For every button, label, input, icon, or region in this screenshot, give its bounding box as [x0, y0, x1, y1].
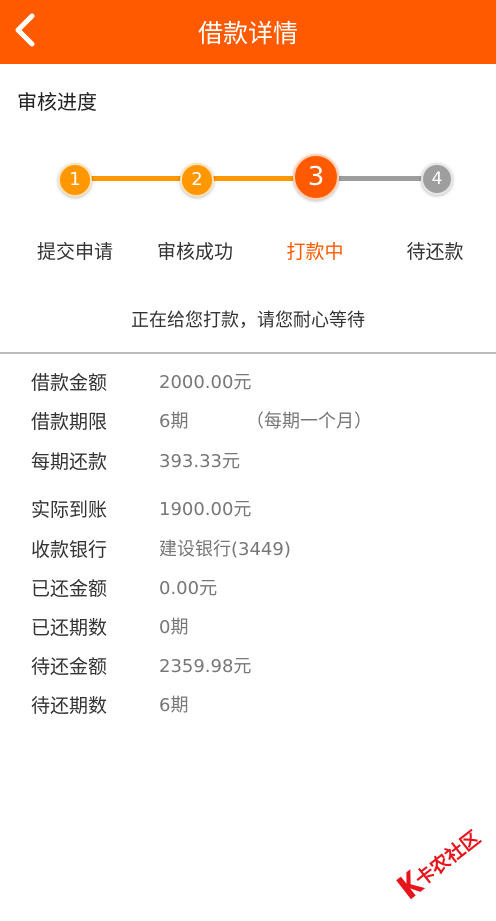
step-label-4: 待还款: [406, 241, 464, 263]
step-label-2: 审核成功: [156, 241, 233, 263]
detail-label: 已还金额: [31, 578, 108, 600]
detail-value: 0期: [159, 617, 189, 638]
detail-row-term: 借款期限 6期 （每期一个月）: [0, 407, 496, 437]
detail-label: 借款金额: [31, 372, 108, 394]
step-dot-2: 2: [180, 163, 214, 197]
detail-value: 建设银行(3449): [159, 539, 291, 560]
watermark-text: 卡农社区: [411, 826, 485, 891]
detail-value: 6期: [159, 411, 189, 432]
detail-label: 借款期限: [31, 411, 108, 433]
detail-label: 待还期数: [31, 695, 108, 717]
detail-row-received: 实际到账 1900.00元: [0, 495, 496, 525]
detail-value: 0.00元: [159, 578, 218, 599]
detail-row-loan-amount: 借款金额 2000.00元: [0, 368, 496, 398]
step-dot-3: 3: [293, 154, 339, 200]
detail-row-installment: 每期还款 393.33元: [0, 447, 496, 477]
step-label-3: 打款中: [286, 241, 344, 263]
detail-value: 6期: [159, 695, 189, 716]
step-label-1: 提交申请: [36, 241, 113, 263]
detail-label: 已还期数: [31, 617, 108, 639]
detail-value: 2000.00元: [159, 372, 252, 393]
divider: [0, 352, 496, 354]
status-message: 正在给您打款，请您耐心等待: [131, 310, 365, 331]
detail-label: 待还金额: [31, 656, 108, 678]
detail-row-bank: 收款银行 建设银行(3449): [0, 535, 496, 565]
progress-stepper: 1 2 3 4: [0, 150, 496, 210]
detail-value: 1900.00元: [159, 499, 252, 520]
step-dot-4: 4: [421, 163, 453, 195]
progress-section-title: 审核进度: [17, 90, 97, 114]
detail-note: （每期一个月）: [246, 411, 372, 432]
detail-label: 收款银行: [31, 539, 108, 561]
top-bar: 借款详情: [0, 0, 496, 64]
detail-row-remaining-periods: 待还期数 6期: [0, 691, 496, 721]
step-dot-1: 1: [58, 163, 92, 197]
detail-row-remaining-amount: 待还金额 2359.98元: [0, 652, 496, 682]
detail-row-repaid-periods: 已还期数 0期: [0, 613, 496, 643]
watermark-logo: 卡农社区: [380, 801, 496, 921]
detail-row-repaid-amount: 已还金额 0.00元: [0, 574, 496, 604]
detail-value: 2359.98元: [159, 656, 252, 677]
page-title: 借款详情: [197, 19, 298, 48]
detail-label: 实际到账: [31, 499, 108, 521]
detail-label: 每期还款: [31, 451, 108, 473]
detail-value: 393.33元: [159, 451, 240, 472]
